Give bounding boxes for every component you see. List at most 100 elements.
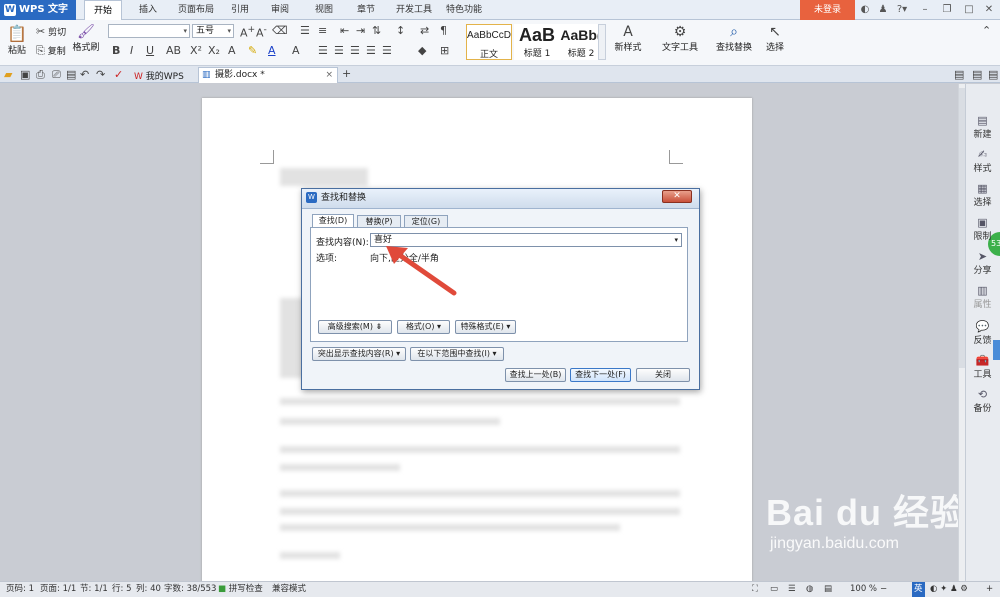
format-painter-button[interactable]: 🖌 格式刷 <box>72 24 100 53</box>
close-button[interactable]: 关闭 <box>636 368 690 382</box>
distribute-icon[interactable]: ☰ <box>382 44 392 57</box>
bold-icon[interactable]: B <box>112 44 120 57</box>
find-next-button[interactable]: 查找下一处(F) <box>570 368 631 382</box>
highlight-icon[interactable]: ✎ <box>248 44 257 57</box>
numbering-icon[interactable]: ≡ <box>318 24 327 37</box>
line-spacing-icon[interactable]: ↕ <box>396 24 405 37</box>
clear-format-icon[interactable]: ⌫ <box>272 24 288 37</box>
side-item-0[interactable]: ▤ 新建 <box>966 114 999 140</box>
style-item-1[interactable]: AaB 标题 1 <box>514 24 560 60</box>
find-dropdown-icon[interactable]: ▾ <box>674 234 678 246</box>
view-read-icon[interactable]: ▤ <box>824 582 832 597</box>
collapse-ribbon-icon[interactable]: ⌃ <box>982 24 991 37</box>
new-style-button[interactable]: A 新样式 <box>612 24 644 53</box>
view-page-icon[interactable]: ▭ <box>770 582 778 597</box>
cut-button[interactable]: ✂ 剪切 <box>36 25 66 38</box>
superscript-icon[interactable]: X² <box>190 44 202 57</box>
side-item-8[interactable]: ⟲ 备份 <box>966 388 999 414</box>
align-right-icon[interactable]: ☰ <box>350 44 360 57</box>
close-icon[interactable]: ✕ <box>982 3 996 17</box>
side-item-4[interactable]: ➤ 分享 <box>966 250 999 276</box>
sort-icon[interactable]: ⇅ <box>372 24 381 37</box>
menu-tab-8[interactable]: 特色功能 <box>442 0 486 20</box>
text-effect-icon[interactable]: A <box>228 44 236 57</box>
style-gallery-scroll[interactable] <box>598 24 606 60</box>
tray-icons[interactable]: ◐ ✦ ♟ ⚙ <box>930 582 968 597</box>
tab-list-icon[interactable]: ▤ <box>954 68 964 81</box>
menu-tab-5[interactable]: 视图 <box>308 0 340 20</box>
undo-icon[interactable]: ↶ <box>80 68 89 81</box>
menu-tab-3[interactable]: 引用 <box>224 0 256 20</box>
menu-tab-0[interactable]: 开始 <box>84 0 122 21</box>
side-item-2[interactable]: ▦ 选择 <box>966 182 999 208</box>
tab-document[interactable]: ▥ 摄影.docx * × <box>198 67 338 83</box>
app-menu-button[interactable]: WWPS 文字 ▾ <box>0 0 76 35</box>
justify-icon[interactable]: ☰ <box>366 44 376 57</box>
redo-icon[interactable]: ↷ <box>96 68 105 81</box>
tab-my-wps[interactable]: W 我的WPS <box>134 69 184 82</box>
tab-menu-icon[interactable]: ▤ <box>972 68 982 81</box>
side-item-3[interactable]: ▣ 限制 <box>966 216 999 242</box>
font-family-select[interactable]: ▾ <box>108 24 190 38</box>
ime-indicator[interactable]: 英 <box>912 582 925 597</box>
minimize-icon[interactable]: – <box>918 3 932 17</box>
align-left-icon[interactable]: ☰ <box>318 44 328 57</box>
outdent-icon[interactable]: ⇤ <box>340 24 349 37</box>
restore-icon[interactable]: ❐ <box>940 3 954 17</box>
dialog-title-bar[interactable]: W 查找和替换 ✕ <box>302 189 699 209</box>
special-format-button[interactable]: 特殊格式(E) ▾ <box>455 320 516 334</box>
paste-button[interactable]: 📋 粘贴 <box>6 24 28 56</box>
show-marks-icon[interactable]: ¶ <box>440 24 447 37</box>
view-web-icon[interactable]: ◍ <box>806 582 813 597</box>
skin-icon[interactable]: ◐ <box>858 3 872 17</box>
shrink-font-icon[interactable]: A- <box>256 24 267 40</box>
view-outline-icon[interactable]: ☰ <box>788 582 796 597</box>
help-icon[interactable]: ?▾ <box>893 3 911 17</box>
zoom-level[interactable]: 100 % <box>850 582 877 597</box>
font-size-select[interactable]: 五号 ▾ <box>192 24 234 38</box>
text-tool-button[interactable]: ⚙ 文字工具 <box>658 24 702 53</box>
format-button[interactable]: 格式(O) ▾ <box>397 320 450 334</box>
bullets-icon[interactable]: ☰ <box>300 24 310 37</box>
font-color-icon[interactable]: A <box>268 44 276 57</box>
underline-icon[interactable]: U <box>146 44 154 57</box>
search-range-button[interactable]: 在以下范围中查找(I) ▾ <box>410 347 504 361</box>
highlight-results-button[interactable]: 突出显示查找内容(R) ▾ <box>312 347 406 361</box>
spell-check[interactable]: ■ 拼写检查 <box>218 582 263 597</box>
side-item-5[interactable]: ▥ 属性 <box>966 284 999 310</box>
menu-tab-4[interactable]: 审阅 <box>264 0 296 20</box>
find-replace-button[interactable]: ⌕ 查找替换 <box>712 24 756 53</box>
side-item-7[interactable]: 🧰 工具 <box>966 354 999 380</box>
save-icon[interactable]: ▣ <box>20 68 30 81</box>
italic-icon[interactable]: I <box>130 44 133 57</box>
export-pdf-icon[interactable]: ▤ <box>66 68 76 81</box>
indent-icon[interactable]: ⇥ <box>356 24 365 37</box>
menu-tab-1[interactable]: 插入 <box>134 0 162 20</box>
side-item-1[interactable]: ✍ 样式 <box>966 148 999 174</box>
menu-tab-2[interactable]: 页面布局 <box>174 0 218 20</box>
shirt-icon[interactable]: ♟ <box>876 3 890 17</box>
menu-tab-7[interactable]: 开发工具 <box>392 0 436 20</box>
menu-tab-6[interactable]: 章节 <box>350 0 382 20</box>
side-item-6[interactable]: 💬 反馈 <box>966 320 999 346</box>
view-full-icon[interactable]: ⛶ <box>752 582 758 597</box>
select-button[interactable]: ↖ 选择 <box>760 24 790 53</box>
style-item-0[interactable]: AaBbCcD 正文 <box>466 24 512 60</box>
new-tab-icon[interactable]: + <box>342 67 351 80</box>
print-icon[interactable]: ⎙ <box>36 68 45 82</box>
open-folder-icon[interactable]: ▰ <box>4 68 12 81</box>
zoom-in-icon[interactable]: + <box>986 582 993 597</box>
char-border-icon[interactable]: A <box>292 44 300 57</box>
dialog-close-icon[interactable]: ✕ <box>662 190 692 203</box>
vertical-scrollbar[interactable] <box>958 84 965 581</box>
tab-close-icon[interactable]: × <box>325 68 333 83</box>
strikethrough-icon[interactable]: AB <box>166 44 181 57</box>
borders-icon[interactable]: ⊞ <box>440 44 449 57</box>
align-center-icon[interactable]: ☰ <box>334 44 344 57</box>
login-button[interactable]: 未登录 <box>800 0 855 20</box>
status-word-count[interactable]: 字数: 38/553 <box>164 582 216 597</box>
text-direction-icon[interactable]: ⇄ <box>420 24 429 37</box>
maximize-icon[interactable]: □ <box>962 3 976 17</box>
find-previous-button[interactable]: 查找上一处(B) <box>505 368 566 382</box>
grow-font-icon[interactable]: A+ <box>240 24 255 40</box>
